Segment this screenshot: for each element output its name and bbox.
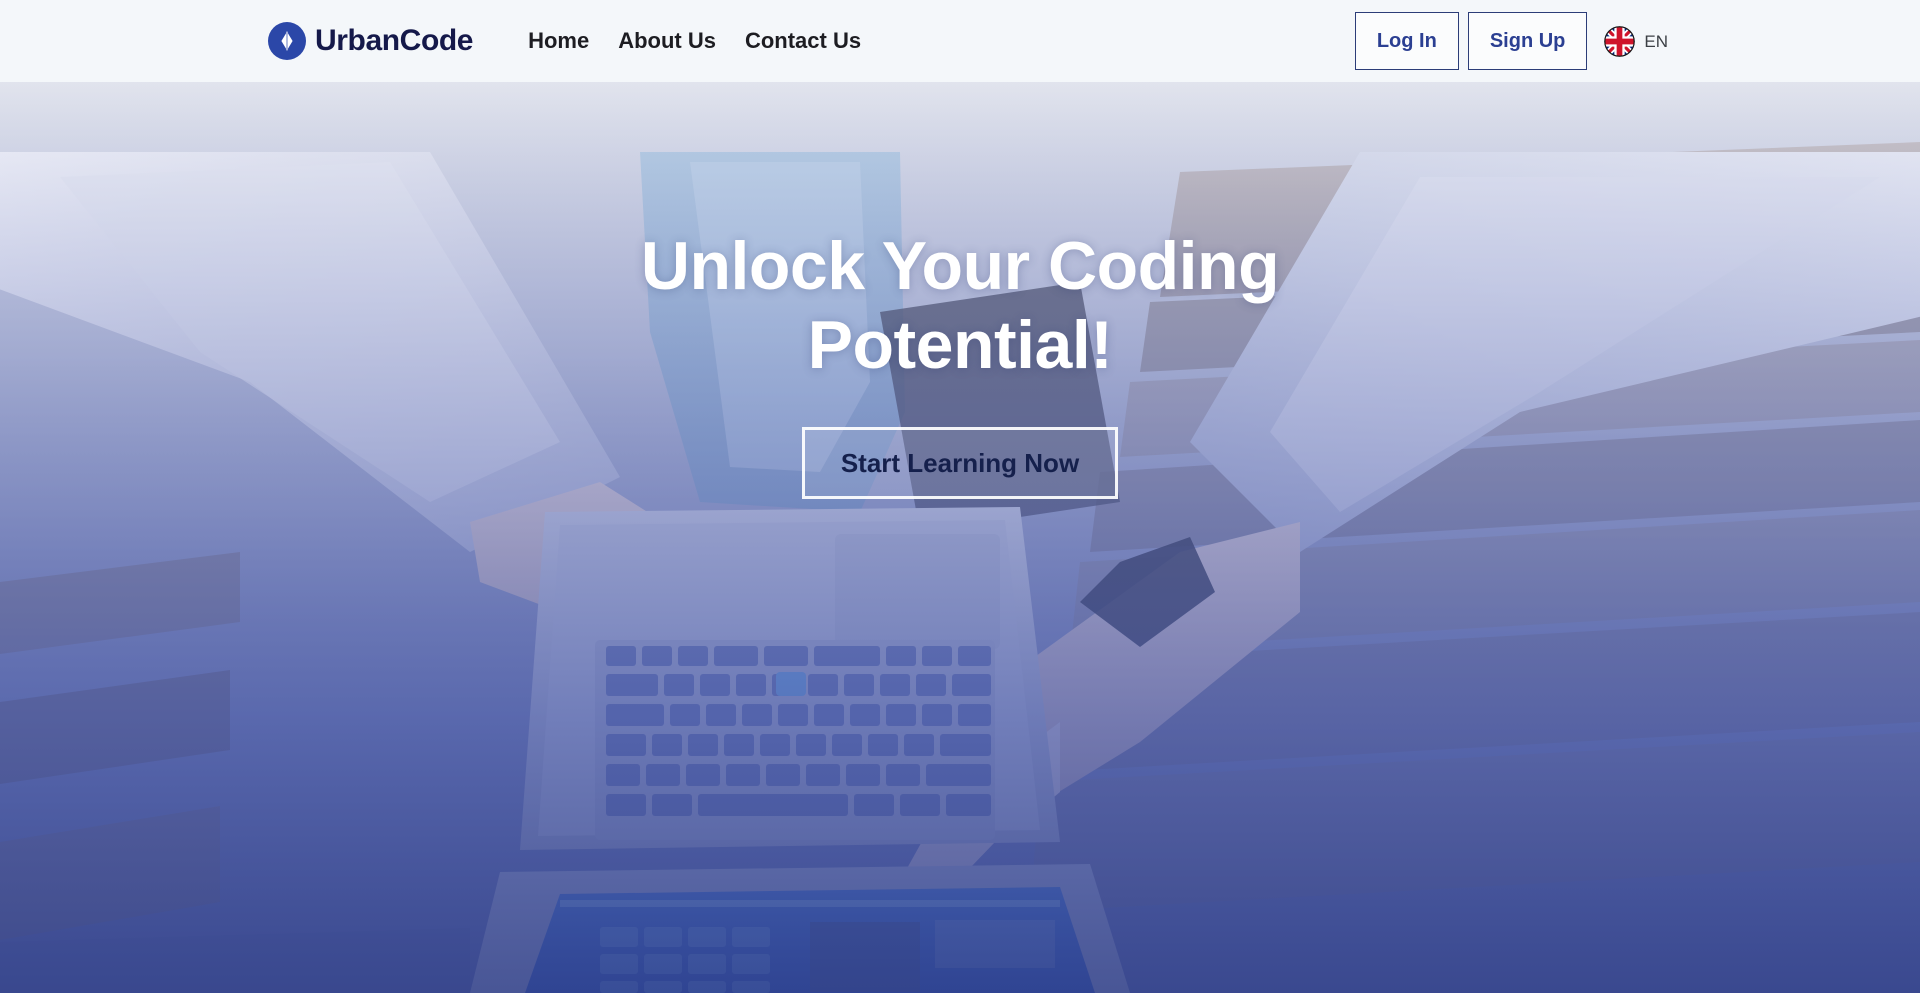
nav-link-about-us[interactable]: About Us (616, 26, 718, 56)
start-learning-now-button[interactable]: Start Learning Now (801, 426, 1119, 499)
hero-content: Unlock Your Coding Potential! Start Lear… (0, 82, 1920, 499)
language-switcher[interactable]: EN (1604, 25, 1668, 57)
nav-link-contact-us[interactable]: Contact Us (743, 26, 863, 56)
brand-name: UrbanCode (315, 24, 474, 57)
log-in-button[interactable]: Log In (1354, 12, 1459, 70)
header-inner: UrbanCode Home About Us Contact Us Log I… (0, 0, 1920, 82)
hero-title: Unlock Your Coding Potential! (640, 228, 1280, 383)
auth-cluster: Log In Sign Up EN (1354, 12, 1668, 70)
uk-flag-icon (1604, 25, 1636, 57)
code-chevrons-circle-icon (268, 22, 306, 60)
main-navigation: Home About Us Contact Us (526, 26, 863, 56)
brand-logo-link[interactable]: UrbanCode (268, 22, 473, 60)
hero-section: Unlock Your Coding Potential! Start Lear… (0, 82, 1920, 993)
landing-page: UrbanCode Home About Us Contact Us Log I… (0, 0, 1920, 993)
language-code: EN (1644, 31, 1668, 51)
nav-link-home[interactable]: Home (526, 26, 591, 56)
sign-up-button[interactable]: Sign Up (1467, 12, 1588, 70)
site-header: UrbanCode Home About Us Contact Us Log I… (0, 0, 1920, 82)
